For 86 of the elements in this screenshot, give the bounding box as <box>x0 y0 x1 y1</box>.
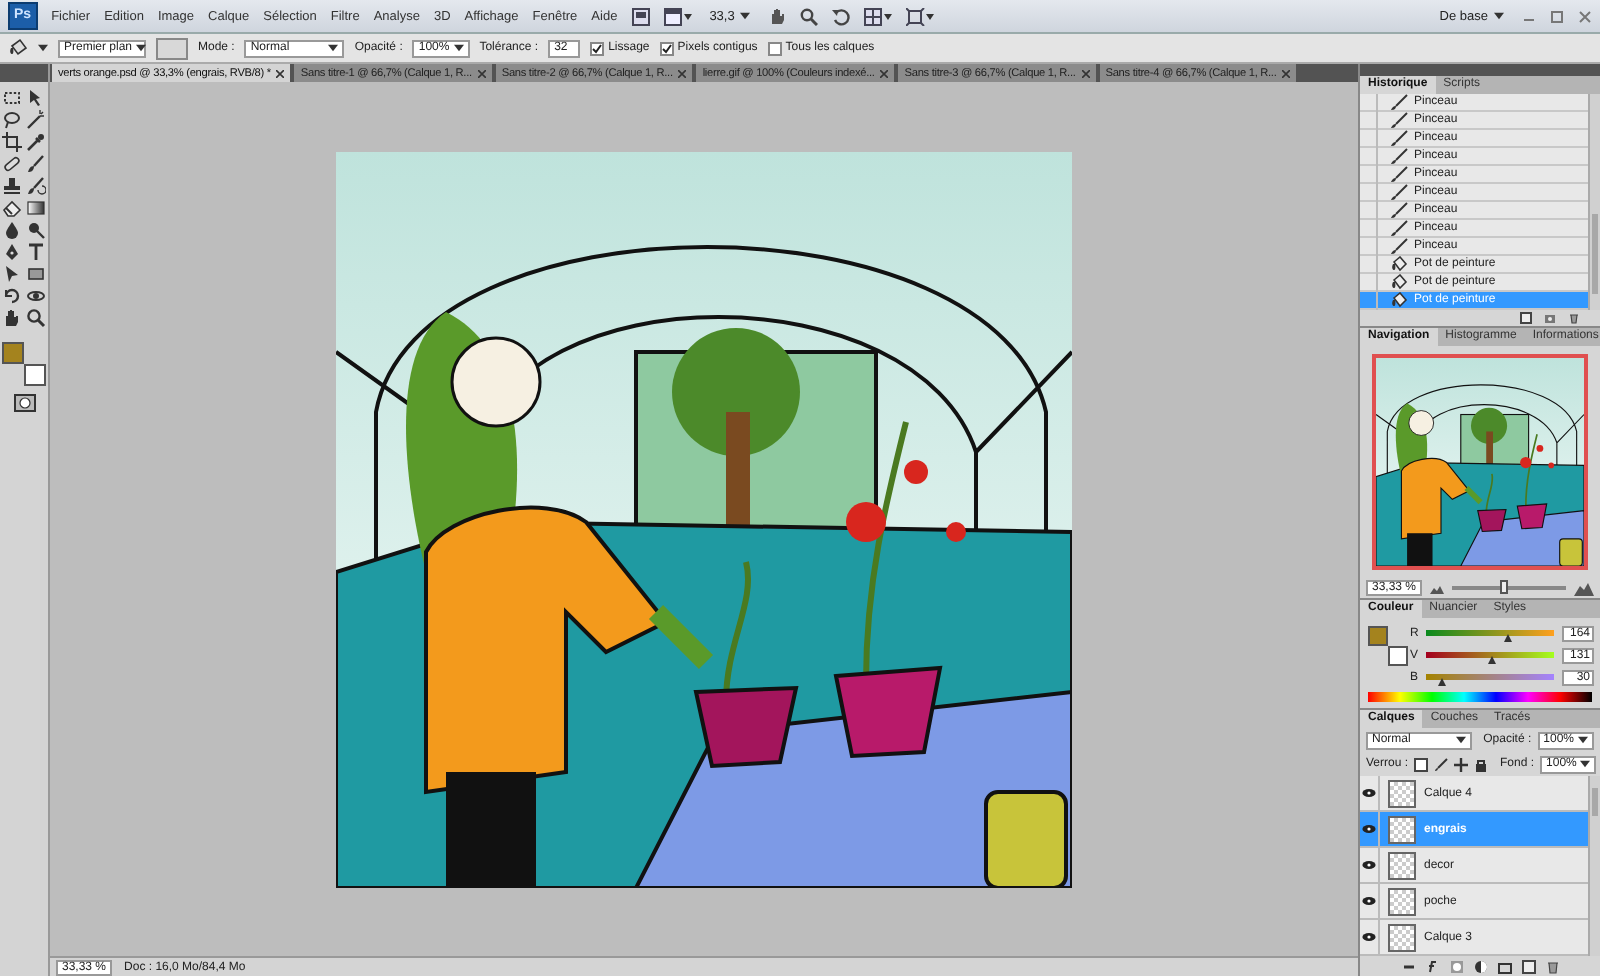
lock-transparency-icon[interactable] <box>1414 757 1429 771</box>
path-selection-icon[interactable] <box>2 264 22 284</box>
slider-thumb[interactable] <box>1487 656 1496 664</box>
history-brush-icon[interactable] <box>26 176 46 196</box>
eye-icon[interactable] <box>1362 932 1376 942</box>
brush-icon[interactable] <box>1434 757 1449 771</box>
eye-icon[interactable] <box>1362 824 1376 834</box>
move-icon[interactable] <box>1454 757 1469 771</box>
rotate-3d-icon[interactable] <box>2 286 22 306</box>
pattern-swatch[interactable] <box>156 37 188 59</box>
caret-icon <box>1494 12 1504 20</box>
layer-thumbnail <box>1388 923 1416 951</box>
layer-thumbnail <box>1388 779 1416 807</box>
paint-bucket-icon[interactable] <box>8 38 28 58</box>
marquee-icon[interactable] <box>2 88 22 108</box>
background-color-swatch[interactable] <box>1388 646 1408 666</box>
rectangle-shape-icon[interactable] <box>26 264 46 284</box>
mask-icon[interactable] <box>1449 959 1463 973</box>
scrollbar[interactable] <box>1588 94 1600 310</box>
dodge-icon[interactable] <box>26 220 46 240</box>
new-document-icon[interactable] <box>1520 312 1532 324</box>
caret-icon <box>453 44 464 52</box>
layer-thumbnail <box>1388 851 1416 879</box>
trash-icon[interactable] <box>1568 312 1580 324</box>
color-slider[interactable] <box>1426 652 1554 658</box>
zoom-slider-thumb[interactable] <box>1499 580 1508 594</box>
slider-thumb[interactable] <box>1504 634 1513 642</box>
arrange-documents-icon[interactable] <box>864 7 893 25</box>
hand-icon[interactable] <box>2 308 22 328</box>
caret-icon <box>38 44 48 52</box>
drop-icon[interactable] <box>2 220 22 240</box>
close-icon[interactable] <box>678 69 687 77</box>
checkbox[interactable] <box>590 41 605 55</box>
close-icon[interactable] <box>276 69 285 77</box>
caret-icon <box>328 44 339 52</box>
color-spectrum-bar[interactable] <box>1368 692 1592 702</box>
caret-icon <box>1455 736 1466 744</box>
zoom-icon[interactable] <box>26 308 46 328</box>
mountain-small-icon[interactable] <box>1430 583 1445 593</box>
caret-icon <box>136 44 147 52</box>
close-icon[interactable] <box>1081 69 1090 77</box>
new-layer-icon[interactable] <box>1521 959 1535 973</box>
caret-icon <box>1580 760 1591 768</box>
foreground-color-swatch[interactable] <box>1368 626 1388 646</box>
layer-thumbnail <box>1388 815 1416 843</box>
pen-icon[interactable] <box>2 242 22 262</box>
eraser-icon[interactable] <box>2 198 22 218</box>
type-tool-icon[interactable] <box>26 242 46 262</box>
lock-icon[interactable] <box>1474 757 1489 771</box>
magic-wand-icon[interactable] <box>26 110 46 130</box>
bandage-icon[interactable] <box>2 154 22 174</box>
caret-icon <box>740 12 751 20</box>
rotate-view-icon[interactable] <box>832 7 851 25</box>
checkbox[interactable] <box>659 41 674 55</box>
hand-icon[interactable] <box>768 7 787 25</box>
color-slider[interactable] <box>1426 630 1554 636</box>
orbit-3d-icon[interactable] <box>26 286 46 306</box>
layer-thumbnail <box>1388 887 1416 915</box>
stamp-icon[interactable] <box>2 176 22 196</box>
background-color-swatch[interactable] <box>24 364 46 386</box>
foreground-color-swatch[interactable] <box>2 342 24 364</box>
fx-icon[interactable] <box>1425 959 1439 973</box>
screen-mode-icon[interactable] <box>906 7 935 25</box>
eye-icon[interactable] <box>1362 896 1376 906</box>
lasso-icon[interactable] <box>2 110 22 130</box>
trash-icon[interactable] <box>1545 959 1559 973</box>
folder-icon[interactable] <box>1497 959 1511 973</box>
eye-icon[interactable] <box>1362 788 1376 798</box>
scrollbar[interactable] <box>1588 776 1600 956</box>
close-icon[interactable] <box>477 69 486 77</box>
eyedropper-icon[interactable] <box>26 132 46 152</box>
crop-icon[interactable] <box>2 132 22 152</box>
maximize-icon[interactable] <box>1550 9 1564 23</box>
close-icon[interactable] <box>1282 69 1291 77</box>
layout-icon[interactable] <box>663 7 692 25</box>
eye-icon[interactable] <box>1362 860 1376 870</box>
brush-icon[interactable] <box>26 154 46 174</box>
quick-mask-icon[interactable] <box>13 394 35 412</box>
caret-icon <box>1578 736 1588 744</box>
close-icon[interactable] <box>880 69 889 77</box>
checkbox[interactable] <box>767 41 782 55</box>
gradient-icon[interactable] <box>26 198 46 218</box>
move-icon[interactable] <box>26 88 46 108</box>
adjustment-icon[interactable] <box>1473 959 1487 973</box>
zoom-icon[interactable] <box>800 7 819 25</box>
camera-icon[interactable] <box>1544 312 1556 324</box>
